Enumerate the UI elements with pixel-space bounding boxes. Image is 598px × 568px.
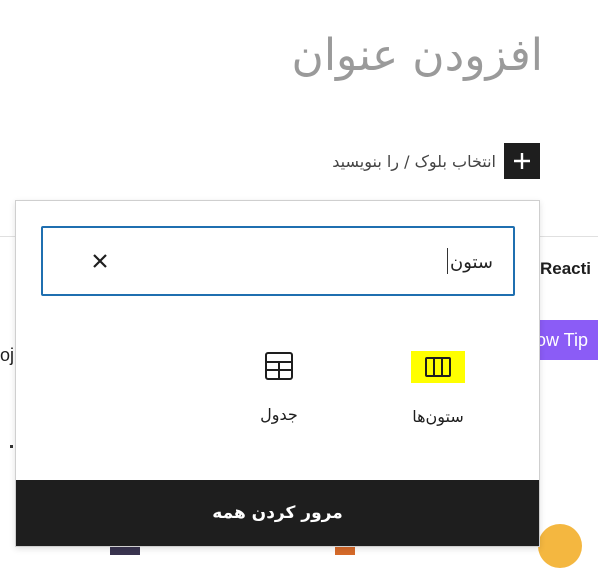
- columns-icon: [411, 351, 465, 383]
- block-appender[interactable]: انتخاب بلوک / را بنویسید: [332, 143, 540, 179]
- background-text-fragment: oj: [0, 345, 15, 365]
- close-icon[interactable]: [87, 248, 113, 274]
- background-button-fragment: ow Tip: [532, 320, 598, 360]
- search-box[interactable]: [41, 226, 515, 296]
- background-emoji-image: [538, 524, 582, 568]
- block-columns[interactable]: ستون‌ها: [383, 351, 493, 441]
- background-heading-fragment: Reacti: [540, 259, 592, 278]
- search-input[interactable]: [143, 246, 495, 278]
- text-caret: [447, 248, 448, 274]
- plus-icon[interactable]: [504, 143, 540, 179]
- block-label: جدول: [260, 405, 298, 424]
- block-inserter-popover: ستون‌ها جدول مرور کردن همه: [15, 200, 540, 547]
- browse-all-button[interactable]: مرور کردن همه: [16, 480, 539, 546]
- block-label: ستون‌ها: [412, 407, 464, 426]
- post-title[interactable]: افزودن عنوان: [292, 30, 543, 81]
- table-icon: [264, 351, 294, 381]
- background-dot: [10, 445, 13, 448]
- block-hint-text: انتخاب بلوک / را بنویسید: [332, 151, 496, 171]
- block-table[interactable]: جدول: [224, 351, 334, 441]
